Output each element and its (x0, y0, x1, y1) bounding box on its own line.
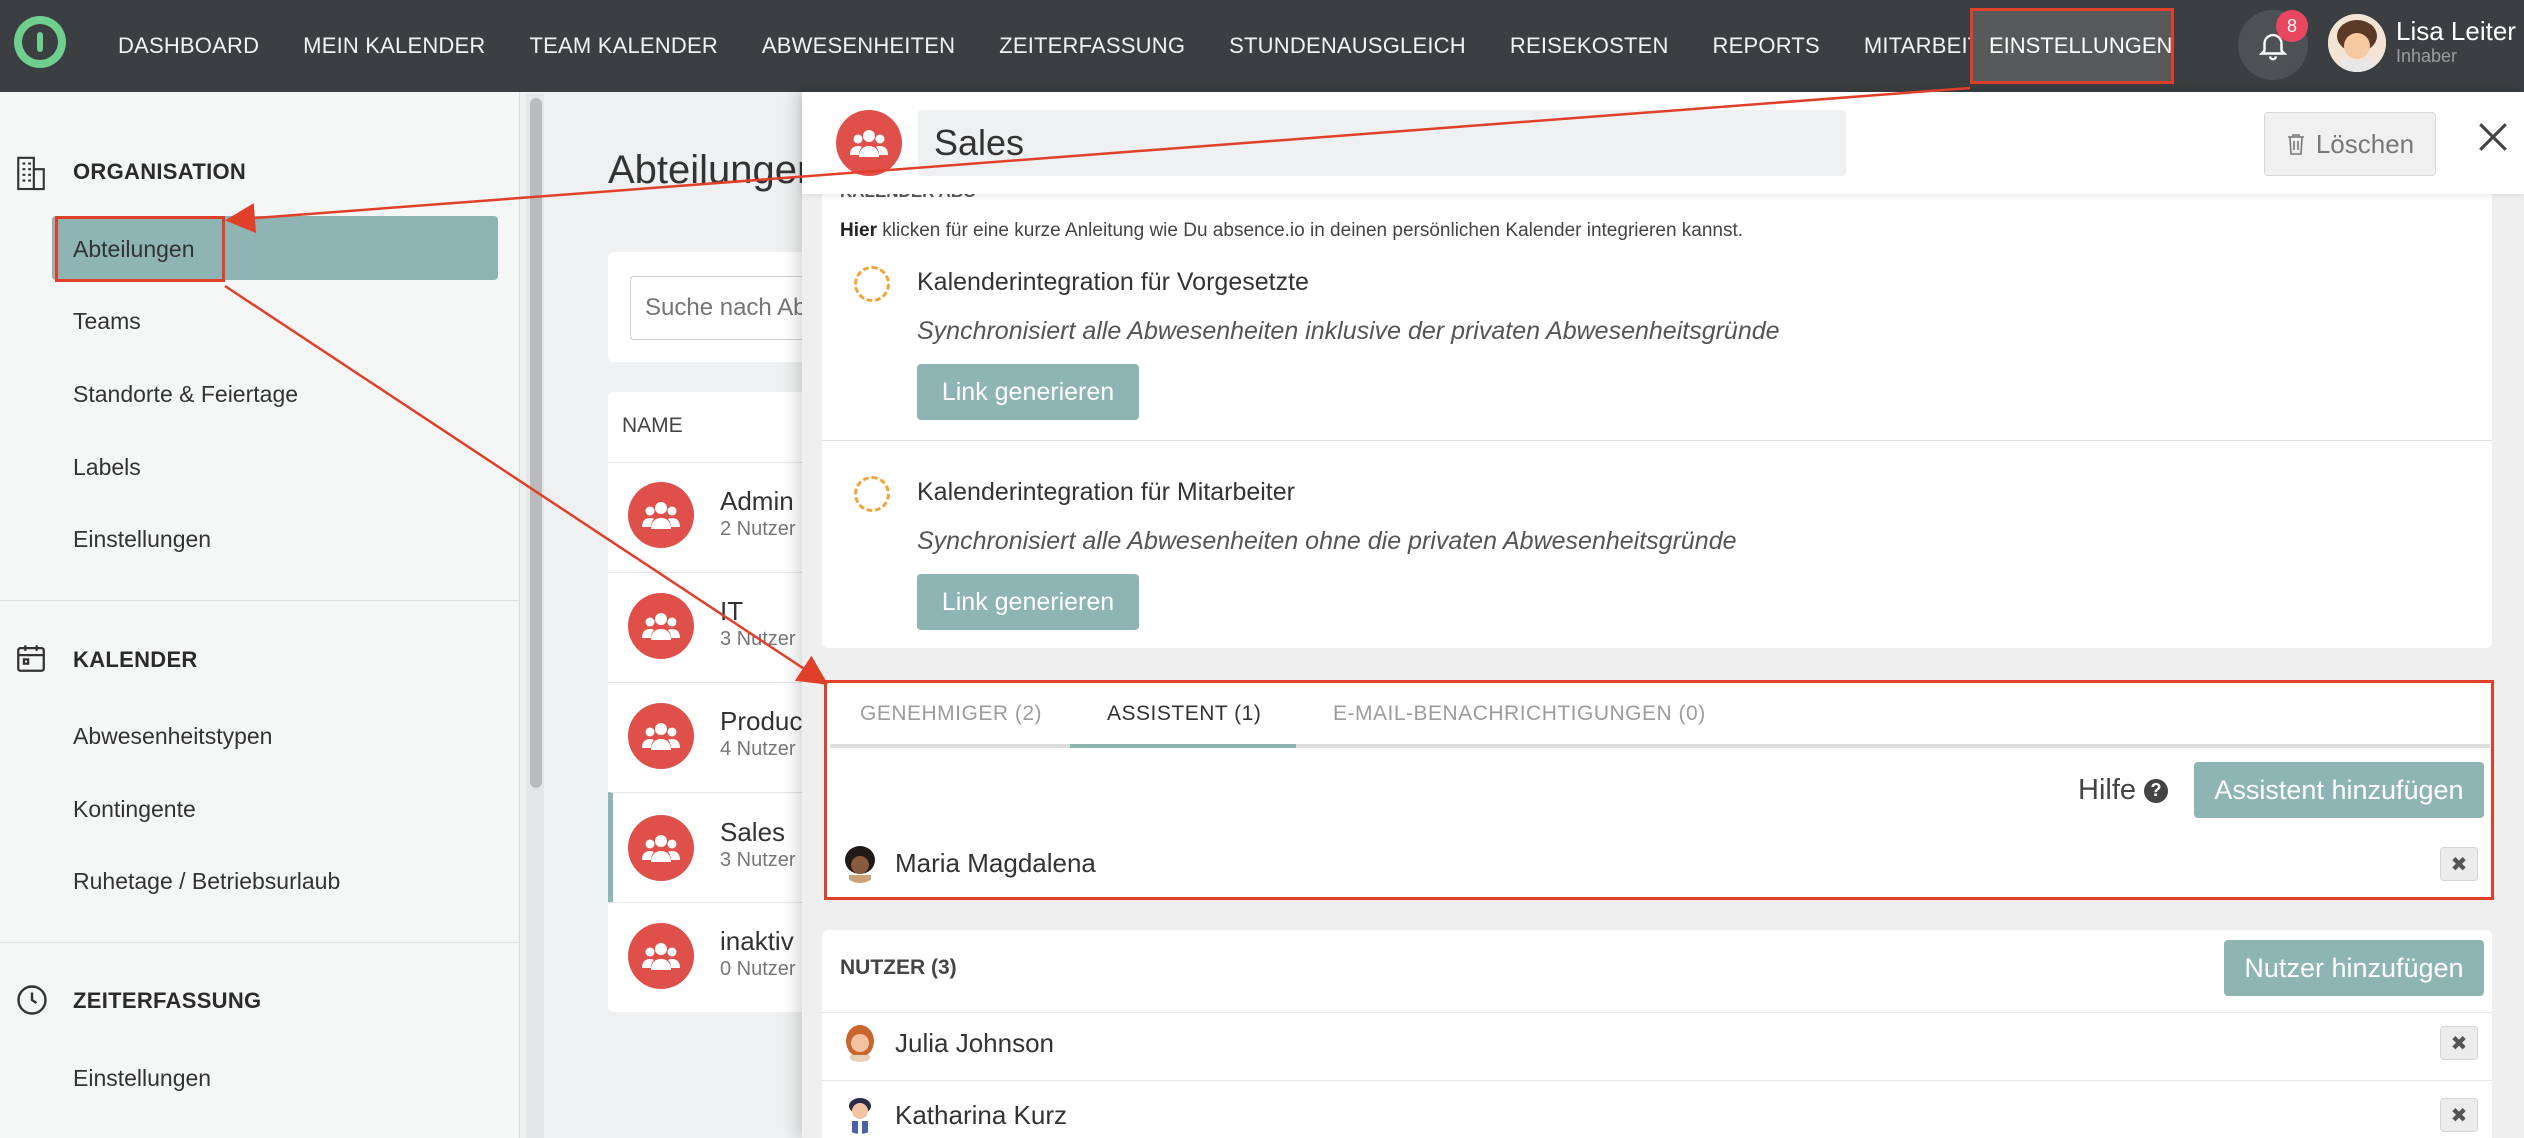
group-icon (836, 110, 902, 176)
search-input[interactable] (630, 276, 820, 340)
group-icon (628, 815, 694, 881)
sidebar-item-ruhetage[interactable]: Ruhetage / Betriebsurlaub (73, 868, 340, 895)
department-count: 4 Nutzer (720, 738, 796, 760)
notification-badge: 8 (2276, 10, 2308, 42)
department-name: IT (720, 596, 744, 626)
remove-user-button[interactable]: ✖ (2440, 1026, 2478, 1060)
integration-title: Kalenderintegration für Vorgesetzte (917, 268, 1309, 296)
sidebar-item-kontingente[interactable]: Kontingente (73, 796, 196, 823)
integration-description: Synchronisiert alle Abwesenheiten inklus… (917, 317, 1780, 345)
user-name[interactable]: Lisa Leiter (2396, 16, 2516, 47)
generate-link-button[interactable]: Link generieren (917, 574, 1139, 630)
settings-button[interactable]: EINSTELLUNGEN (1970, 8, 2174, 84)
assistant-name: Maria Magdalena (895, 848, 1096, 878)
sidebar-scrollbar-thumb[interactable] (530, 98, 542, 788)
sidebar-item-labels[interactable]: Labels (73, 454, 141, 481)
nav-zeiterfassung[interactable]: ZEITERFASSUNG (977, 33, 1207, 59)
user-avatar[interactable] (2328, 14, 2386, 72)
nav-team-kalender[interactable]: TEAM KALENDER (507, 33, 739, 59)
sidebar-item-abwesenheitstypen[interactable]: Abwesenheitstypen (73, 723, 272, 750)
calendar-icon (17, 645, 45, 672)
department-name: Product (720, 706, 810, 736)
group-icon (628, 923, 694, 989)
integration-description: Synchronisiert alle Abwesenheiten ohne d… (917, 527, 1737, 555)
sidebar-item-teams[interactable]: Teams (73, 308, 141, 335)
absence-logo[interactable] (14, 16, 66, 68)
nav-dashboard[interactable]: DASHBOARD (96, 33, 281, 59)
close-icon[interactable] (2476, 120, 2510, 154)
sidebar-item-standorte[interactable]: Standorte & Feiertage (73, 381, 298, 408)
calendar-hint[interactable]: Hier klicken für eine kurze Anleitung wi… (840, 220, 1743, 242)
department-name-input[interactable]: Sales (918, 110, 1846, 176)
add-user-button[interactable]: Nutzer hinzufügen (2224, 940, 2484, 996)
loading-spinner-icon (854, 266, 890, 302)
user-name-row: Katharina Kurz (895, 1100, 1067, 1130)
nav-reisekosten[interactable]: REISEKOSTEN (1488, 33, 1691, 59)
sidebar-divider (0, 942, 520, 943)
sidebar-item-einstellungen[interactable]: Einstellungen (73, 526, 211, 553)
sidebar-section-zeiterfassung: ZEITERFASSUNG (73, 988, 262, 1013)
nav-abwesenheiten[interactable]: ABWESENHEITEN (740, 33, 977, 59)
remove-assistant-button[interactable]: ✖ (2440, 847, 2478, 881)
calendar-hint-link[interactable]: Hier (840, 220, 877, 241)
department-count: 3 Nutzer (720, 628, 796, 650)
help-label: Hilfe (2078, 774, 2137, 806)
add-assistant-button[interactable]: Assistent hinzufügen (2194, 762, 2484, 818)
users-header: NUTZER (3) (840, 956, 957, 979)
group-icon (628, 703, 694, 769)
department-count: 2 Nutzer (720, 518, 796, 540)
main-nav: DASHBOARD MEIN KALENDER TEAM KALENDER AB… (96, 0, 2034, 92)
user-name-row: Julia Johnson (895, 1028, 1054, 1058)
tab-assistent[interactable]: ASSISTENT (1) (1107, 702, 1261, 726)
building-icon (17, 156, 45, 191)
delete-button[interactable]: Löschen (2264, 112, 2436, 176)
avatar (840, 1094, 880, 1134)
avatar (840, 1022, 880, 1062)
clock-icon (17, 985, 47, 1015)
sidebar-section-kalender: KALENDER (73, 647, 198, 672)
nav-reports[interactable]: REPORTS (1691, 33, 1842, 59)
sidebar-section-organisation: ORGANISATION (73, 159, 247, 184)
sidebar-item-zeiterfassung-einstellungen[interactable]: Einstellungen (73, 1065, 211, 1092)
integration-divider (822, 440, 2492, 441)
department-count: 3 Nutzer (720, 849, 796, 871)
integration-title: Kalenderintegration für Mitarbeiter (917, 478, 1295, 506)
nav-mein-kalender[interactable]: MEIN KALENDER (281, 33, 507, 59)
department-name: Admin (720, 486, 794, 516)
tab-genehmiger[interactable]: GENEHMIGER (2) (860, 702, 1042, 726)
group-icon (628, 482, 694, 548)
department-count: 0 Nutzer (720, 958, 796, 980)
user-row-divider (822, 1012, 2492, 1013)
delete-label: Löschen (2315, 128, 2415, 159)
page-title: Abteilungen (608, 148, 820, 192)
department-name: Sales (720, 817, 786, 847)
avatar (840, 843, 880, 883)
active-tab-indicator (1070, 744, 1296, 748)
department-name: inaktiv (720, 926, 794, 956)
user-role: Inhaber (2396, 46, 2458, 66)
list-header-name[interactable]: NAME (622, 414, 683, 438)
question-icon: ? (2144, 778, 2169, 803)
generate-link-button[interactable]: Link generieren (917, 364, 1139, 420)
calendar-hint-text: klicken für eine kurze Anleitung wie Du … (876, 220, 1744, 241)
top-navbar: DASHBOARD MEIN KALENDER TEAM KALENDER AB… (0, 0, 2524, 92)
trash-icon (2287, 134, 2304, 155)
tab-email-benachrichtigungen[interactable]: E-MAIL-BENACHRICHTIGUNGEN (0) (1333, 702, 1706, 726)
sidebar-item-label-abteilungen[interactable]: Abteilungen (73, 236, 195, 263)
group-icon (628, 593, 694, 659)
user-row-divider (822, 1080, 2492, 1081)
loading-spinner-icon (854, 476, 890, 512)
nav-stundenausgleich[interactable]: STUNDENAUSGLEICH (1207, 33, 1488, 59)
settings-label: EINSTELLUNGEN (1989, 33, 2173, 58)
help-link[interactable]: Hilfe ? (2078, 774, 2169, 807)
sidebar-divider (0, 600, 520, 601)
remove-user-button[interactable]: ✖ (2440, 1098, 2478, 1132)
